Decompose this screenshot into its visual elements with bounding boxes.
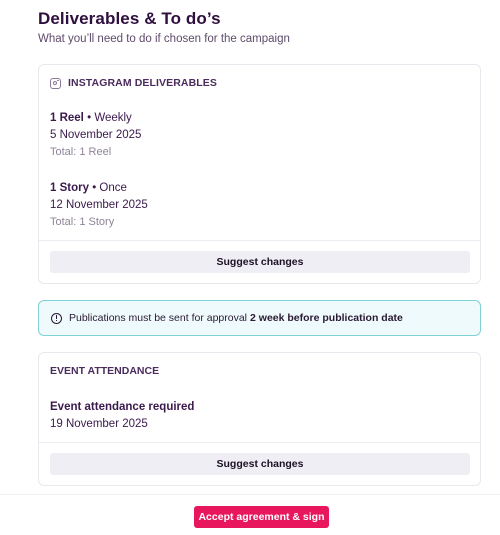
card-divider bbox=[39, 240, 480, 241]
deliverable-line: 1 Reel • Weekly bbox=[50, 110, 141, 127]
deliverable-frequency: Weekly bbox=[94, 112, 132, 124]
footer-divider bbox=[0, 494, 500, 495]
deliverable-item: 1 Reel • Weekly 5 November 2025 Total: 1… bbox=[50, 110, 141, 161]
deliverable-total: Total: 1 Reel bbox=[50, 146, 112, 158]
event-item: Event attendance required 19 November 20… bbox=[50, 399, 194, 433]
accept-agreement-button[interactable]: Accept agreement & sign bbox=[194, 506, 329, 528]
instagram-suggest-changes-button[interactable]: Suggest changes bbox=[50, 251, 470, 273]
page-title: Deliverables & To do’s bbox=[38, 9, 221, 28]
event-attendance-card: EVENT ATTENDANCE Event attendance requir… bbox=[38, 352, 481, 486]
event-title: Event attendance required bbox=[50, 401, 195, 413]
page-subtitle: What you’ll need to do if chosen for the… bbox=[38, 33, 290, 45]
approval-notice-emphasis: 2 week before publication date bbox=[250, 312, 403, 324]
info-icon bbox=[51, 312, 62, 324]
instagram-icon bbox=[50, 77, 61, 89]
deliverable-date: 12 November 2025 bbox=[50, 199, 148, 211]
deliverable-line: 1 Story • Once bbox=[50, 180, 148, 197]
event-suggest-changes-button[interactable]: Suggest changes bbox=[50, 453, 470, 475]
event-attendance-heading: EVENT ATTENDANCE bbox=[50, 365, 160, 377]
deliverable-separator: • bbox=[83, 112, 95, 124]
deliverable-total: Total: 1 Story bbox=[50, 216, 115, 228]
instagram-deliverables-header: INSTAGRAM DELIVERABLES bbox=[50, 77, 217, 89]
deliverable-quantity: 1 Reel bbox=[50, 112, 84, 124]
event-date: 19 November 2025 bbox=[50, 418, 148, 430]
deliverable-frequency: Once bbox=[99, 182, 127, 194]
instagram-deliverables-heading: INSTAGRAM DELIVERABLES bbox=[68, 77, 218, 89]
card-divider bbox=[39, 442, 480, 443]
approval-notice: Publications must be sent for approval 2… bbox=[38, 300, 481, 336]
deliverable-quantity: 1 Story bbox=[50, 182, 89, 194]
approval-notice-text: Publications must be sent for approval bbox=[69, 312, 248, 324]
deliverable-separator: • bbox=[89, 182, 100, 194]
deliverable-date: 5 November 2025 bbox=[50, 129, 142, 141]
instagram-deliverables-card: INSTAGRAM DELIVERABLES 1 Reel • Weekly 5… bbox=[38, 64, 481, 284]
deliverable-item: 1 Story • Once 12 November 2025 Total: 1… bbox=[50, 180, 148, 231]
